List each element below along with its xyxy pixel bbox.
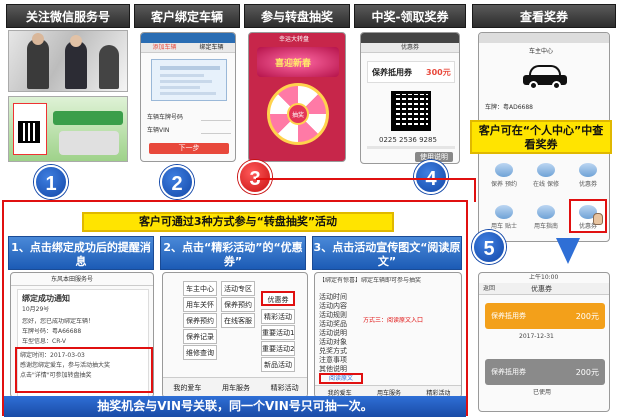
grid-online-repair[interactable]: 在线 保修 (531, 163, 561, 189)
grid-car-guide[interactable]: 用车指南 (531, 205, 561, 231)
vin-input[interactable] (201, 126, 231, 134)
coupon-active[interactable]: 保养抵用券 200元 (485, 303, 605, 329)
menu-important-2[interactable]: 重要活动2 (261, 341, 295, 356)
step3-connector (256, 178, 476, 202)
menu-booking[interactable]: 保养预约 (183, 313, 217, 328)
qr-code-icon (18, 121, 40, 143)
nav-car-service[interactable]: 用车服务 (222, 383, 250, 393)
coupon-used[interactable]: 保养抵用券 200元 (485, 359, 605, 385)
article-heading: 【绑定有惊喜】绑定车辆即可参与抽奖 (319, 277, 422, 284)
car-icon (523, 63, 567, 91)
plate-input[interactable] (201, 113, 231, 121)
step-2-badge: 2 (160, 165, 194, 199)
msg-plate: 车牌号码：粤A66688 (22, 328, 82, 335)
coupon-list-title: 优惠券 (531, 285, 552, 293)
method3-title: 3、点击活动宣传图文“阅读原文” (312, 236, 462, 270)
menu-important-1[interactable]: 重要活动1 (261, 325, 295, 340)
menu-car-care[interactable]: 用车关怀 (183, 297, 217, 312)
header-bind-vehicle: 客户绑定车辆 (134, 4, 240, 28)
qr-poster (8, 96, 128, 162)
phone-bind-vehicle: 添加车辆 绑定车辆 车辆车牌号码 车辆VIN 下一步 (140, 32, 236, 162)
menu-record[interactable]: 保养记录 (183, 329, 217, 344)
menu-activity-zone[interactable]: 活动专区 (221, 281, 255, 296)
menu-exciting[interactable]: 精彩活动 (261, 309, 295, 324)
back-link[interactable]: 返回 (483, 285, 495, 293)
nav-my-car[interactable]: 我的爱车 (173, 383, 201, 393)
lottery-banner: 喜迎新春 (257, 47, 339, 77)
header-lottery: 参与转盘抽奖 (244, 4, 350, 28)
methods-banner: 客户可通过3种方式参与“转盘抽奖”活动 (82, 212, 394, 232)
down-arrow-icon (556, 238, 580, 264)
nav-exciting[interactable]: 精彩活动 (271, 383, 299, 393)
vin-label: 车辆VIN (147, 127, 170, 134)
msg-title: 绑定成功通知 (22, 294, 70, 303)
phone-method2: 车主中心 用车关怀 保养预约 保养记录 维修查询 活动专区 保养预约 在线客服 … (162, 272, 308, 398)
step-1-badge: 1 (34, 165, 68, 199)
tab-add-vehicle[interactable]: 添加车辆 (152, 43, 176, 52)
phone-method1: 东风本田服务号 绑定成功通知 10月29号 您好，您已成功绑定车辆！ 车牌号码：… (10, 272, 154, 398)
read-original-annotation: 方式三：阅读原文入口 (363, 317, 424, 324)
read-original-link[interactable]: 阅读原文 (319, 373, 363, 384)
coupon-qr-icon (391, 91, 431, 131)
phone-coupon: 优惠券 保养抵用券 300元 0225 2536 9285 使用说明 (360, 32, 460, 164)
phone-coupon-list: 上午10:00 返回 优惠券 保养抵用券 200元 2017-12-31 保养抵用… (478, 272, 610, 412)
grid-maintenance-booking[interactable]: 保养 预约 (489, 163, 519, 189)
step-5-badge: 5 (472, 230, 506, 264)
service-account-name: 东风本田服务号 (51, 276, 94, 283)
lottery-spin-button[interactable]: 抽奖 (287, 103, 309, 125)
header-claim-coupon: 中奖-领取奖券 (354, 4, 466, 28)
menu-service[interactable]: 在线客服 (221, 313, 255, 328)
method2-title: 2、点击“精彩活动”的“优惠券” (160, 236, 306, 270)
method1-title: 1、点击绑定成功后的提醒消息 (8, 236, 154, 270)
license-card-image (151, 59, 227, 101)
msg-greeting: 您好，您已成功绑定车辆！ (22, 318, 95, 325)
coupon-active-date: 2017-12-31 (519, 333, 554, 340)
plate-label: 车辆车牌号码 (147, 114, 184, 121)
msg-date: 10月29号 (22, 306, 50, 313)
status-bar-time: 上午10:00 (529, 274, 559, 281)
header-follow-wechat: 关注微信服务号 (6, 4, 130, 28)
phone-lottery: 幸运大转盘 喜迎新春 抽奖 (248, 32, 346, 162)
menu-coupon[interactable]: 优惠券 (261, 291, 295, 306)
coupon-card[interactable]: 保养抵用券 300元 (367, 61, 455, 83)
owner-plate: 车牌：粤AD6688 (485, 104, 533, 111)
personal-center-callout: 客户可在“个人中心”中查看奖券 (470, 120, 612, 154)
photo-people (8, 30, 128, 92)
lottery-top-text: 幸运大转盘 (279, 36, 310, 43)
owner-center-title: 车主中心 (529, 48, 554, 55)
menu-booking-2[interactable]: 保养预约 (221, 297, 255, 312)
msg-highlight[interactable]: 绑定时间：2017-03-03 感谢您绑定爱车，参与活动抽大奖 点击"详情"可参… (15, 347, 153, 393)
tab-bind-vehicle[interactable]: 绑定车辆 (199, 43, 223, 52)
menu-owner-center[interactable]: 车主中心 (183, 281, 217, 296)
grid-car-tips[interactable]: 用车 贴士 (489, 205, 519, 231)
msg-model: 车型信息：CR-V (22, 338, 67, 345)
menu-repair[interactable]: 维修查询 (183, 345, 217, 360)
coupon-used-status: 已使用 (533, 389, 552, 396)
footer-banner: 抽奖机会与VIN号关联，同一个VIN号只可抽一次。 (4, 396, 466, 417)
phone-method3: 【绑定有惊喜】绑定车辆即可参与抽奖 活动时间 活动内容 活动规则 活动奖品 活动… (314, 272, 462, 398)
grid-coupon-1[interactable]: 优惠券 (573, 163, 603, 189)
coupon-code: 0225 2536 9285 (379, 136, 437, 144)
menu-new[interactable]: 新品活动 (261, 357, 295, 372)
coupon-page-title: 优惠券 (361, 43, 459, 53)
next-button[interactable]: 下一步 (149, 143, 229, 154)
hand-pointer-icon (593, 213, 603, 225)
header-view-coupon: 查看奖券 (472, 4, 616, 28)
